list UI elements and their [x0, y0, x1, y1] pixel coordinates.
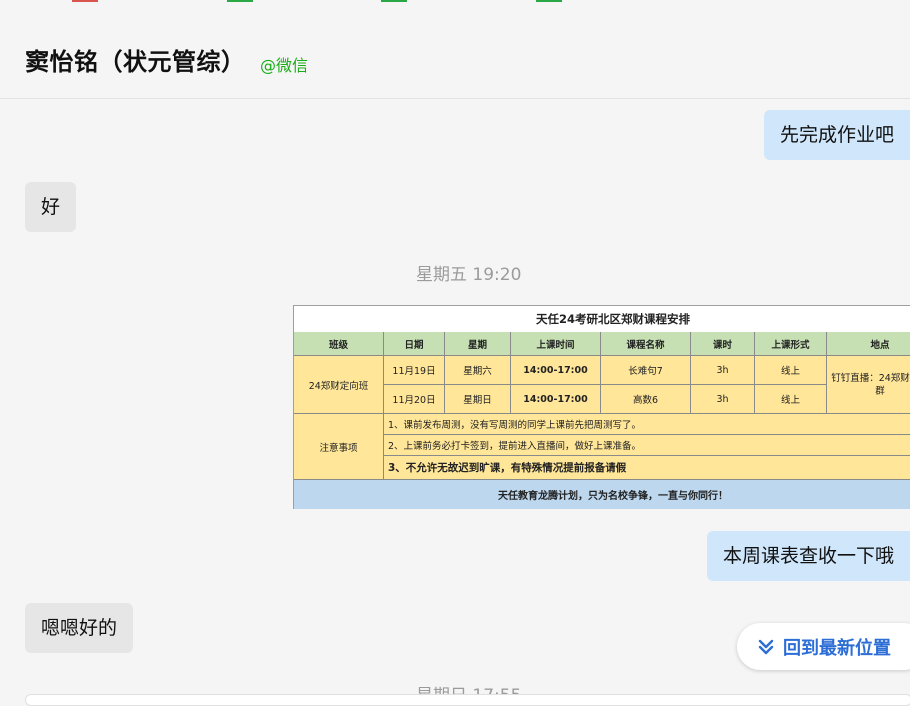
- message-input-edge[interactable]: [25, 694, 910, 706]
- chat-title[interactable]: 窦怡铭（状元管综）: [25, 42, 246, 77]
- schedule-header-cell: 课时: [691, 332, 755, 356]
- schedule-title: 天任24考研北区郑财课程安排: [294, 306, 910, 333]
- schedule-image[interactable]: 天任24考研北区郑财课程安排 班级 日期 星期 上课时间 课程名称 课时 上课形…: [293, 305, 910, 509]
- weekday-cell: 星期六: [445, 356, 511, 385]
- note-line: 1、课前发布周测，没有写周测的同学上课前先把周测写了。: [384, 414, 910, 435]
- chat-header: 窦怡铭（状元管综） @微信: [0, 0, 910, 99]
- course-cell: 长难句7: [601, 356, 691, 385]
- schedule-header-cell: 课程名称: [601, 332, 691, 356]
- message-outgoing[interactable]: 先完成作业吧: [763, 110, 910, 160]
- message-incoming[interactable]: 嗯嗯好的: [25, 603, 134, 653]
- tab-marker: [72, 0, 98, 2]
- schedule-header-cell: 地点: [827, 332, 910, 356]
- message-incoming[interactable]: 好: [25, 182, 77, 232]
- note-line: 2、上课前务必打卡签到，提前进入直播间，做好上课准备。: [384, 435, 910, 456]
- schedule-footer: 天任教育龙腾计划，只为名校争锋，一直与你同行！: [294, 480, 910, 509]
- tab-marker: [536, 0, 562, 2]
- notes-label-cell: 注意事项: [294, 414, 384, 480]
- note-line: 3、不允许无故迟到旷课，有特殊情况提前报备请假: [384, 456, 910, 480]
- jump-to-latest-label: 回到最新位置: [783, 637, 891, 659]
- schedule-header-cell: 星期: [445, 332, 511, 356]
- weekday-cell: 星期日: [445, 385, 511, 414]
- format-cell: 线上: [755, 356, 827, 385]
- contact-source-tag: @微信: [260, 56, 309, 75]
- tab-marker: [381, 0, 407, 2]
- schedule-header-cell: 日期: [384, 332, 445, 356]
- tab-marker: [227, 0, 253, 2]
- window-top-strip: [0, 0, 910, 3]
- jump-to-latest-button[interactable]: 回到最新位置: [737, 623, 910, 670]
- course-cell: 高数6: [601, 385, 691, 414]
- message-outgoing[interactable]: 本周课表查收一下哦: [706, 531, 910, 581]
- class-name-cell: 24郑财定向班: [294, 356, 384, 414]
- hours-cell: 3h: [691, 385, 755, 414]
- hours-cell: 3h: [691, 356, 755, 385]
- schedule-header-cell: 上课形式: [755, 332, 827, 356]
- location-cell: 钉钉直播：24郑财定向群: [827, 356, 910, 414]
- time-cell: 14:00-17:00: [511, 385, 601, 414]
- date-cell: 11月19日: [384, 356, 445, 385]
- schedule-header-cell: 上课时间: [511, 332, 601, 356]
- time-cell: 14:00-17:00: [511, 356, 601, 385]
- format-cell: 线上: [755, 385, 827, 414]
- double-chevron-down-icon: [758, 639, 774, 654]
- message-timestamp: 星期五 19:20: [416, 265, 522, 285]
- date-cell: 11月20日: [384, 385, 445, 414]
- schedule-header-cell: 班级: [294, 332, 384, 356]
